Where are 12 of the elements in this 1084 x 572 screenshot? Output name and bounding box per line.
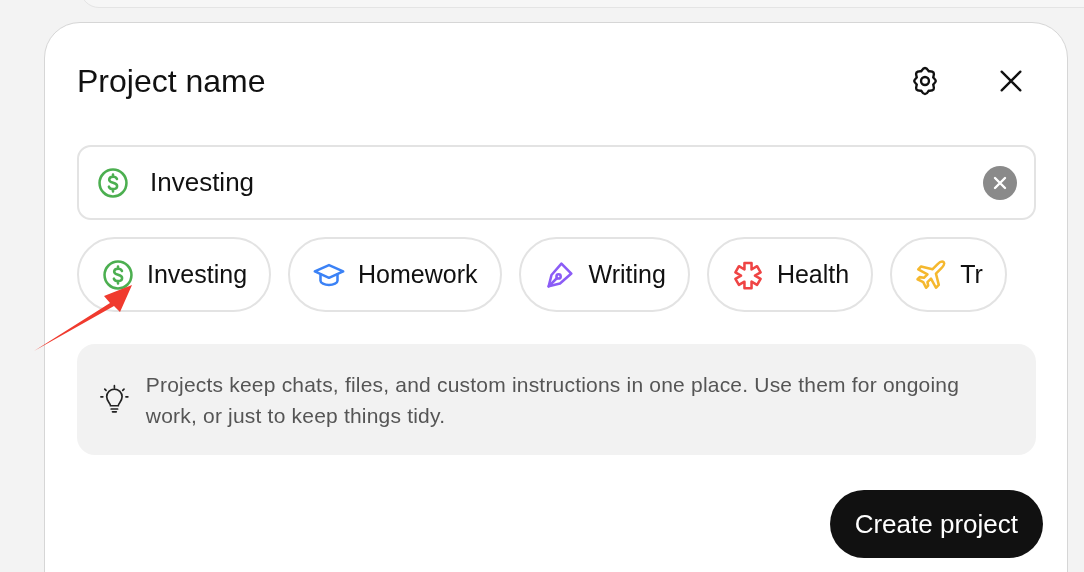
category-chip[interactable]: Tr <box>890 237 1007 312</box>
field-value: Investing <box>150 166 256 199</box>
tip-text: Projects keep chats, files, and custom instructions in one place. Use them for ongoing work, or just to keep things tidy. <box>145 371 961 429</box>
category-chip[interactable]: Homework <box>288 237 502 312</box>
close-icon <box>997 67 1025 95</box>
category-chip[interactable]: Writing <box>518 237 690 312</box>
project-name-field[interactable]: Investing <box>77 145 1036 220</box>
clear-button[interactable] <box>983 165 1017 200</box>
dialog-title: Project name <box>77 62 267 101</box>
clear-icon <box>993 175 1007 190</box>
category-chip[interactable]: Health <box>706 237 874 312</box>
create-project-button[interactable]: Create project <box>829 490 1043 558</box>
